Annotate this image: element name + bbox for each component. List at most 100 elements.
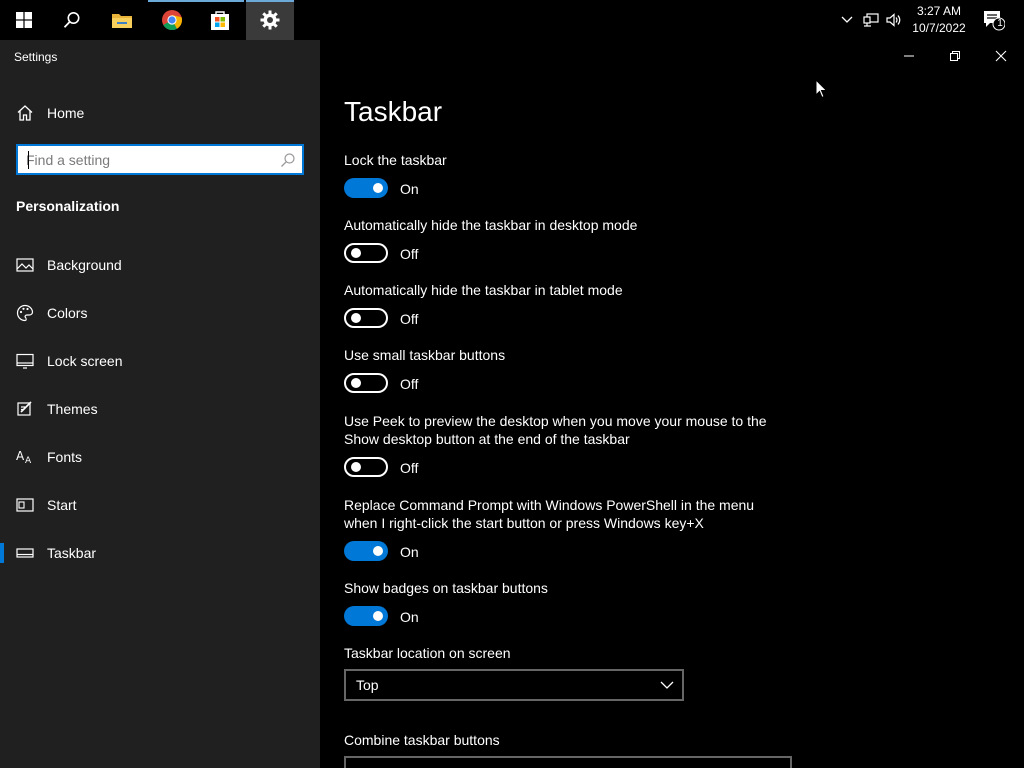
settings-taskbar-button[interactable]	[246, 0, 294, 40]
toggle-state-text: Off	[400, 460, 419, 476]
setting-label-small-buttons: Use small taskbar buttons	[344, 347, 506, 363]
gear-icon	[260, 10, 280, 30]
settings-content: Taskbar Lock the taskbar On Automaticall…	[320, 40, 1024, 768]
tray-overflow-button[interactable]	[836, 0, 858, 40]
fonts-icon: A A	[16, 449, 32, 466]
sidebar-item-lock-screen[interactable]: Lock screen	[0, 341, 320, 381]
close-icon	[995, 50, 1007, 62]
home-label: Home	[47, 105, 85, 121]
toggle-knob	[351, 313, 361, 323]
settings-sidebar: Settings Home Personalization Background…	[0, 40, 320, 768]
sidebar-item-start[interactable]: Start	[0, 485, 320, 525]
sidebar-item-label: Taskbar	[47, 545, 97, 561]
network-icon	[863, 13, 879, 27]
search-icon[interactable]	[280, 152, 296, 168]
autohide-tablet-toggle[interactable]	[344, 308, 388, 328]
search-box[interactable]	[16, 144, 304, 175]
home-icon	[17, 105, 33, 121]
sidebar-item-label: Themes	[47, 401, 98, 417]
minimize-button[interactable]	[886, 40, 932, 72]
toggle-state-text: On	[400, 544, 419, 560]
toggle-knob	[351, 248, 361, 258]
store-button[interactable]	[196, 0, 244, 40]
speaker-icon	[886, 13, 901, 27]
mouse-cursor-icon	[815, 79, 828, 99]
toggle-knob	[351, 462, 361, 472]
svg-text:A: A	[16, 449, 25, 463]
sidebar-item-label: Colors	[47, 305, 88, 321]
sidebar-item-taskbar[interactable]: Taskbar	[0, 533, 320, 573]
chevron-down-icon	[660, 681, 674, 689]
palette-icon	[16, 304, 34, 322]
toggle-state-text: On	[400, 181, 419, 197]
sidebar-item-background[interactable]: Background	[0, 245, 320, 285]
brush-icon	[17, 401, 32, 416]
toggle-state-text: Off	[400, 311, 419, 327]
clock[interactable]: 3:27 AM 10/7/2022	[905, 3, 973, 37]
close-button[interactable]	[978, 40, 1024, 72]
page-title: Taskbar	[344, 96, 443, 127]
selection-indicator	[0, 543, 4, 563]
clock-date: 10/7/2022	[912, 21, 966, 35]
restore-icon	[950, 51, 960, 61]
network-button[interactable]	[860, 0, 882, 40]
sidebar-item-home[interactable]: Home	[0, 96, 320, 130]
search-icon	[63, 12, 80, 28]
lock-screen-icon	[16, 353, 34, 369]
chrome-icon	[162, 10, 183, 31]
volume-button[interactable]	[884, 0, 904, 40]
taskbar: 3:27 AM 10/7/2022 1	[0, 0, 1024, 40]
taskbar-location-label: Taskbar location on screen	[344, 645, 511, 661]
start-menu-icon	[16, 498, 34, 512]
minimize-icon	[904, 55, 914, 57]
search-input[interactable]	[26, 150, 276, 170]
search-button[interactable]	[48, 0, 96, 40]
toggle-knob	[373, 611, 383, 621]
start-button[interactable]	[0, 0, 48, 40]
setting-label-badges: Show badges on taskbar buttons	[344, 580, 548, 596]
toggle-state-text: On	[400, 609, 419, 625]
notification-count-badge: 1	[997, 18, 1003, 29]
picture-icon	[16, 258, 34, 272]
autohide-desktop-toggle[interactable]	[344, 243, 388, 263]
peek-toggle[interactable]	[344, 457, 388, 477]
badges-toggle[interactable]	[344, 606, 388, 626]
toggle-state-text: Off	[400, 376, 419, 392]
combine-buttons-dropdown[interactable]	[344, 756, 792, 768]
dropdown-value: Top	[356, 677, 379, 693]
section-title: Personalization	[16, 198, 120, 214]
windows-logo-icon	[16, 12, 32, 28]
setting-label-lock-taskbar: Lock the taskbar	[344, 152, 447, 168]
combine-buttons-label: Combine taskbar buttons	[344, 732, 500, 748]
setting-label-powershell: Replace Command Prompt with Windows Powe…	[344, 497, 755, 531]
folder-icon	[112, 14, 132, 28]
powershell-toggle[interactable]	[344, 541, 388, 561]
sidebar-item-label: Fonts	[47, 449, 83, 465]
store-icon	[211, 11, 229, 30]
app-title: Settings	[14, 50, 58, 64]
sidebar-item-label: Lock screen	[47, 353, 123, 369]
clock-time: 3:27 AM	[916, 4, 962, 18]
restore-button[interactable]	[932, 40, 978, 72]
small-buttons-toggle[interactable]	[344, 373, 388, 393]
text-caret	[28, 151, 29, 169]
setting-label-autohide-desktop: Automatically hide the taskbar in deskto…	[344, 217, 638, 233]
sidebar-item-colors[interactable]: Colors	[0, 293, 320, 333]
toggle-knob	[373, 546, 383, 556]
svg-text:A: A	[25, 456, 32, 466]
sidebar-item-label: Start	[47, 497, 77, 513]
sidebar-item-themes[interactable]: Themes	[0, 389, 320, 429]
toggle-knob	[351, 378, 361, 388]
toggle-knob	[373, 183, 383, 193]
setting-label-peek: Use Peek to preview the desktop when you…	[344, 413, 767, 447]
taskbar-icon	[16, 548, 34, 558]
chrome-button[interactable]	[148, 0, 196, 40]
chevron-up-icon	[841, 16, 853, 23]
file-explorer-button[interactable]	[98, 0, 146, 40]
taskbar-location-dropdown[interactable]: Top	[344, 669, 684, 701]
sidebar-item-fonts[interactable]: A A Fonts	[0, 437, 320, 477]
sidebar-item-label: Background	[47, 257, 122, 273]
toggle-state-text: Off	[400, 246, 419, 262]
action-center-button[interactable]: 1	[978, 0, 1008, 40]
lock-taskbar-toggle[interactable]	[344, 178, 388, 198]
